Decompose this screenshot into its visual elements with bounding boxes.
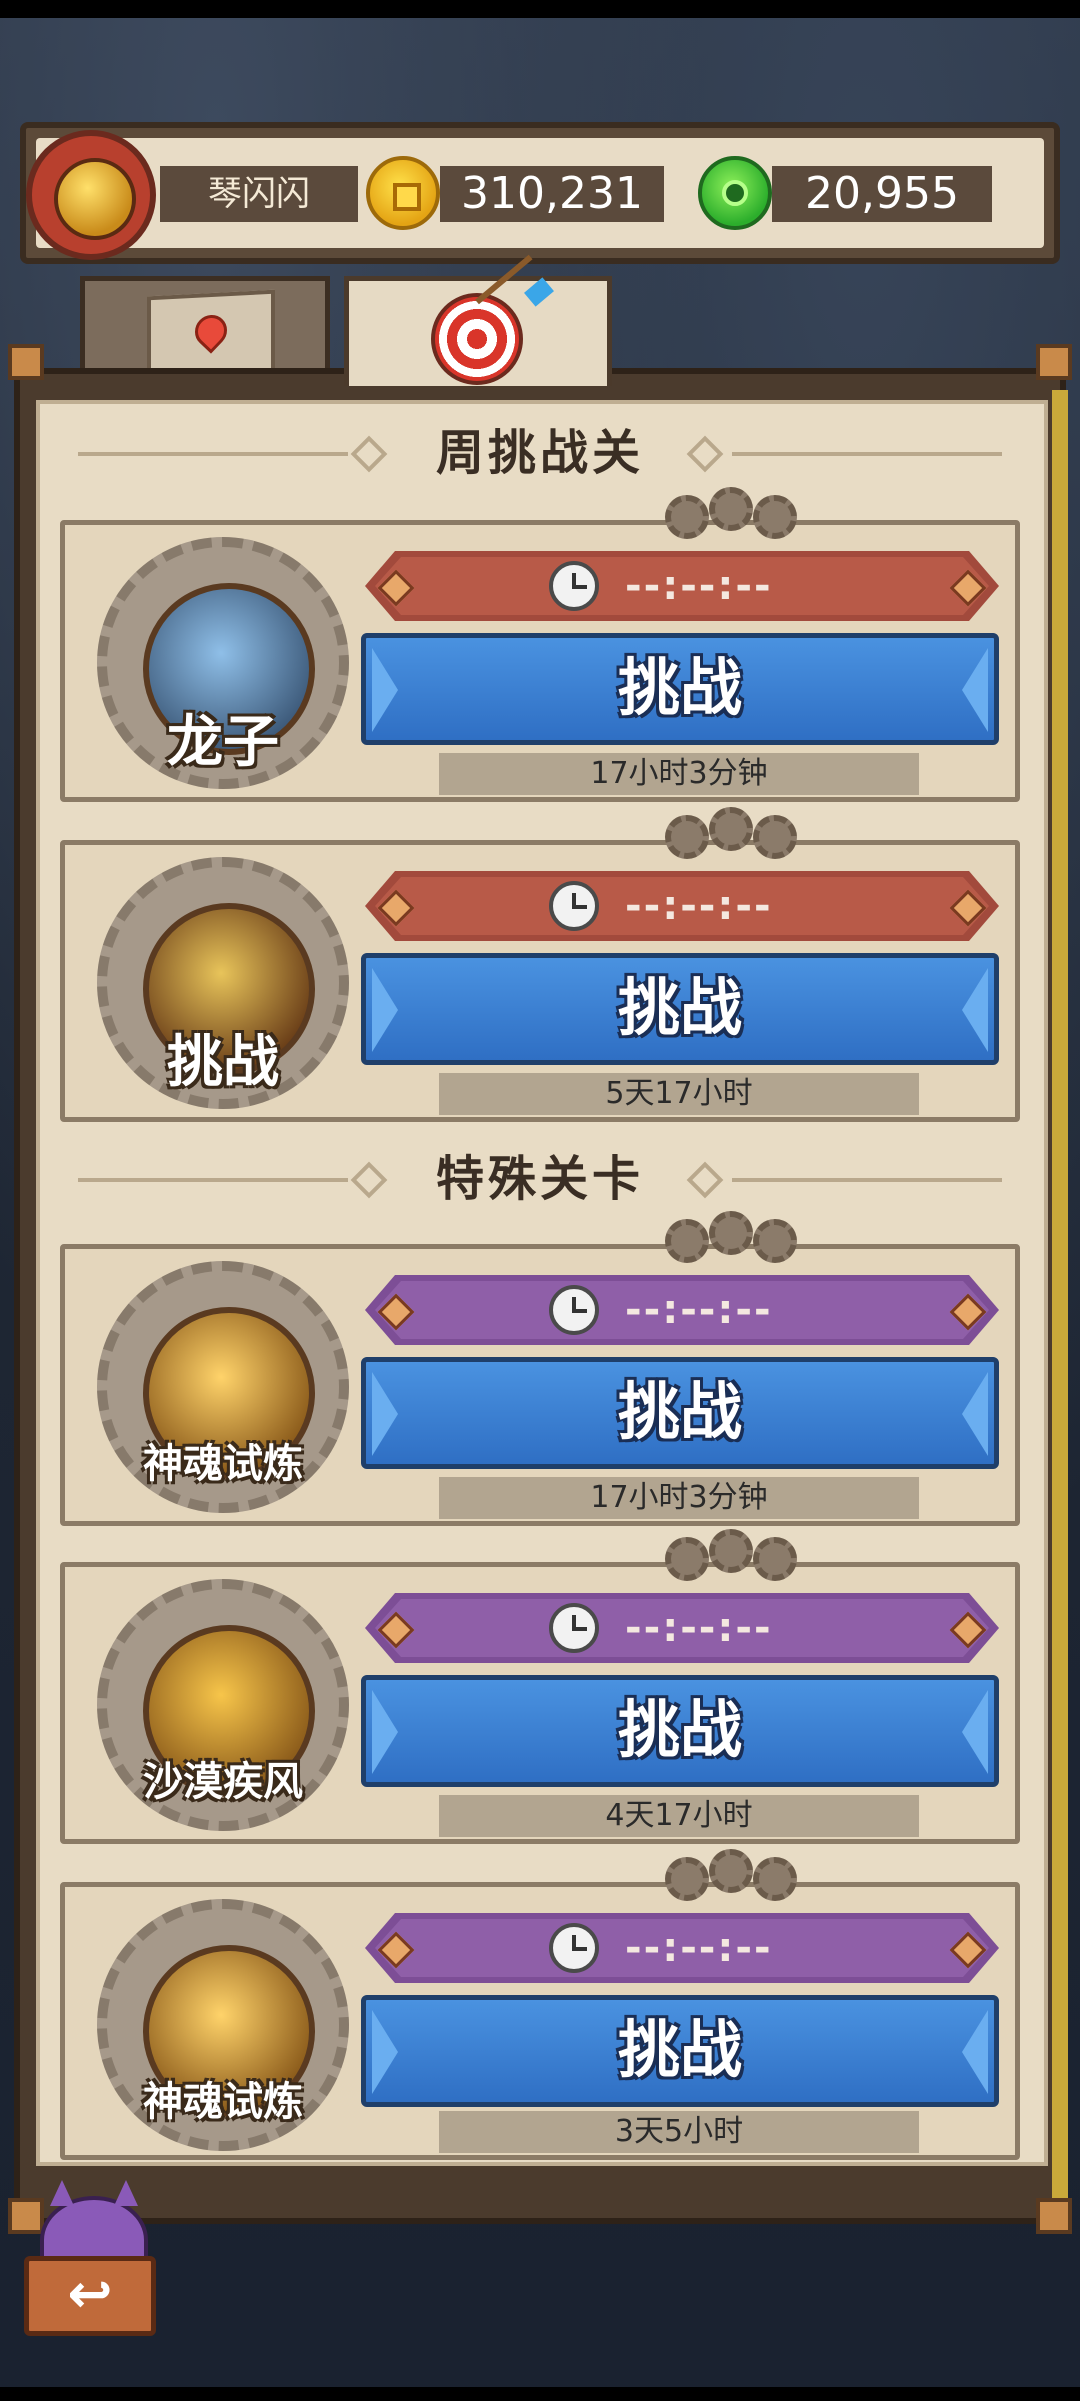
gear-icon <box>753 1219 797 1263</box>
chevron-right-icon <box>962 648 988 732</box>
emblem-label: 龙子 <box>167 710 279 775</box>
countdown-text: 17小时3分钟 <box>439 753 919 795</box>
challenge-button-label: 挑战 <box>617 2013 742 2086</box>
jade-amount: 20,955 <box>772 166 992 222</box>
timer-bar: --:--:-- <box>365 551 999 621</box>
challenge-button-label: 挑战 <box>617 651 742 724</box>
timer-text: --:--:-- <box>625 1605 773 1651</box>
chevron-right-icon <box>962 1372 988 1456</box>
gear-icon <box>665 1537 709 1581</box>
gear-icon <box>753 495 797 539</box>
timer-text: --:--:-- <box>625 1925 773 1971</box>
emblem-label: 沙漠疾风 <box>143 1759 303 1805</box>
clock-icon <box>549 561 599 611</box>
challenge-button[interactable]: 挑战 <box>361 1357 999 1469</box>
gear-icon <box>665 1857 709 1901</box>
chevron-right-icon <box>962 1690 988 1774</box>
back-arrow-icon: ↩ <box>24 2256 156 2336</box>
section-title-special: 特殊关卡 <box>435 1151 644 1207</box>
arrow-fletch-icon <box>524 277 554 307</box>
jade-coin-icon <box>698 156 772 230</box>
challenge-card: 神魂试炼 --:--:-- 挑战 3天5小时 <box>60 1849 1020 2160</box>
gear-icon <box>709 1211 753 1255</box>
challenge-button-label: 挑战 <box>617 1375 742 1448</box>
section-title-weekly: 周挑战关 <box>435 425 644 481</box>
emblem-label: 挑战 <box>167 1030 279 1095</box>
back-button[interactable]: ↩ <box>20 2180 160 2346</box>
clock-icon <box>549 1603 599 1653</box>
status-bar <box>0 0 1080 18</box>
gold-amount: 310,231 <box>440 166 664 222</box>
gear-icon <box>709 487 753 531</box>
challenge-button[interactable]: 挑战 <box>361 1675 999 1787</box>
gear-ornament <box>665 1529 797 1587</box>
clock-icon <box>549 1285 599 1335</box>
player-avatar[interactable] <box>26 130 156 260</box>
stage-emblem[interactable]: 神魂试炼 <box>97 1261 349 1513</box>
gear-ornament <box>665 487 797 545</box>
stage-emblem[interactable]: 龙子 <box>97 537 349 789</box>
gear-icon <box>709 1849 753 1893</box>
scrollbar[interactable] <box>1052 390 1068 2200</box>
clock-icon <box>549 1923 599 1973</box>
gear-ornament <box>665 807 797 865</box>
gear-ornament <box>665 1211 797 1269</box>
chevron-left-icon <box>372 1372 398 1456</box>
emblem-label: 神魂试炼 <box>143 2079 303 2125</box>
timer-text: --:--:-- <box>625 883 773 929</box>
challenge-card: 沙漠疾风 --:--:-- 挑战 4天17小时 <box>60 1529 1020 1844</box>
timer-bar: --:--:-- <box>365 1275 999 1345</box>
gear-icon <box>665 815 709 859</box>
challenge-button-label: 挑战 <box>617 1693 742 1766</box>
clock-icon <box>549 881 599 931</box>
timer-bar: --:--:-- <box>365 1593 999 1663</box>
countdown-text: 5天17小时 <box>439 1073 919 1115</box>
avatar-face-icon <box>54 158 136 240</box>
map-pin-icon <box>188 308 234 354</box>
stage-emblem[interactable]: 挑战 <box>97 857 349 1109</box>
challenge-button-label: 挑战 <box>617 971 742 1044</box>
chevron-left-icon <box>372 648 398 732</box>
gear-icon <box>665 1219 709 1263</box>
challenge-card: 挑战 --:--:-- 挑战 5天17小时 <box>60 807 1020 1122</box>
chevron-left-icon <box>372 1690 398 1774</box>
tab-challenge[interactable] <box>344 254 612 386</box>
corner-ornament <box>8 344 44 380</box>
timer-bar: --:--:-- <box>365 1913 999 1983</box>
countdown-text: 3天5小时 <box>439 2111 919 2153</box>
player-name: 琴闪闪 <box>160 166 358 222</box>
countdown-text: 17小时3分钟 <box>439 1477 919 1519</box>
countdown-text: 4天17小时 <box>439 1795 919 1837</box>
gear-icon <box>709 807 753 851</box>
gold-coin-icon <box>366 156 440 230</box>
emblem-label: 神魂试炼 <box>143 1441 303 1487</box>
chevron-right-icon <box>962 968 988 1052</box>
timer-bar: --:--:-- <box>365 871 999 941</box>
gear-icon <box>665 495 709 539</box>
stage-emblem[interactable]: 沙漠疾风 <box>97 1579 349 1831</box>
challenge-card: 龙子 --:--:-- 挑战 17小时3分钟 <box>60 487 1020 802</box>
chevron-left-icon <box>372 968 398 1052</box>
chevron-left-icon <box>372 2010 398 2094</box>
navigation-bar <box>0 2387 1080 2401</box>
gear-icon <box>753 1537 797 1581</box>
target-icon <box>431 293 523 385</box>
timer-text: --:--:-- <box>625 1287 773 1333</box>
chevron-right-icon <box>962 2010 988 2094</box>
challenge-card: 神魂试炼 --:--:-- 挑战 17小时3分钟 <box>60 1211 1020 1526</box>
corner-ornament <box>1036 2198 1072 2234</box>
gear-ornament <box>665 1849 797 1907</box>
challenge-button[interactable]: 挑战 <box>361 953 999 1065</box>
gear-icon <box>753 1857 797 1901</box>
stage-emblem[interactable]: 神魂试炼 <box>97 1899 349 2151</box>
gear-icon <box>709 1529 753 1573</box>
gear-icon <box>753 815 797 859</box>
challenge-button[interactable]: 挑战 <box>361 633 999 745</box>
challenge-button[interactable]: 挑战 <box>361 1995 999 2107</box>
corner-ornament <box>1036 344 1072 380</box>
timer-text: --:--:-- <box>625 563 773 609</box>
